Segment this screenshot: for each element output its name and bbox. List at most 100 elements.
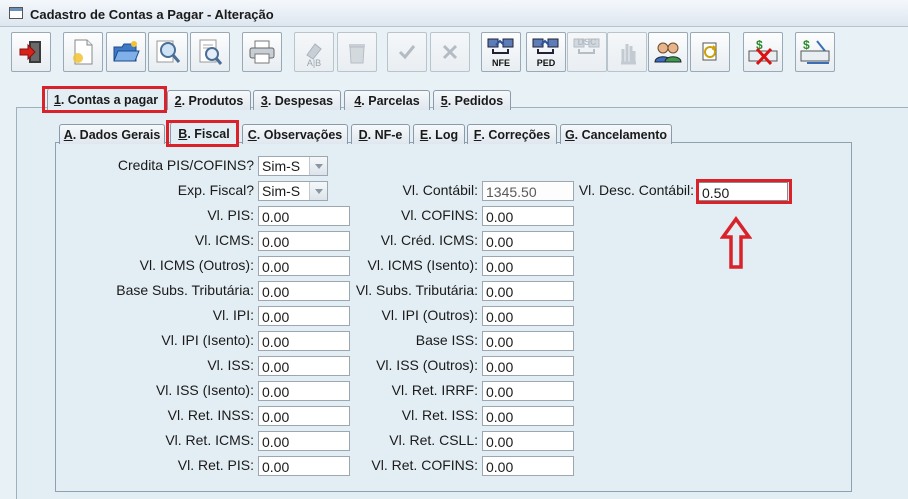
vl-cred-icms-field[interactable]: 0.00 — [482, 231, 574, 251]
vl-ret-irrf-label: Vl. Ret. IRRF: — [391, 382, 478, 398]
print-button[interactable] — [242, 32, 282, 72]
tab-cancelamento[interactable]: G. Cancelamento — [560, 124, 672, 144]
vl-iss-isento-field[interactable]: 0.00 — [258, 381, 350, 401]
delete-button[interactable] — [337, 32, 377, 72]
exp-fiscal-select[interactable]: Sim-S — [258, 181, 328, 201]
cancel-button[interactable] — [430, 32, 470, 72]
base-subs-tributaria-label: Base Subs. Tributária: — [116, 282, 254, 298]
check-icon — [398, 45, 416, 60]
tab-key: 2 — [174, 93, 182, 108]
vl-iss-isento-label: Vl. ISS (Isento): — [155, 382, 254, 398]
vl-ipi-label: Vl. IPI: — [212, 307, 254, 323]
vl-ipi-isento-label: Vl. IPI (Isento): — [161, 332, 254, 348]
tab-despesas[interactable]: 3. Despesas — [253, 90, 341, 110]
vl-icms-field[interactable]: 0.00 — [258, 231, 350, 251]
vl-icms-outros-field[interactable]: 0.00 — [258, 256, 350, 276]
vl-contabil-field[interactable]: 1345.50 — [482, 181, 574, 201]
tab-fiscal[interactable]: B. Fiscal — [170, 122, 238, 144]
vl-subs-tributaria-field[interactable]: 0.00 — [482, 281, 574, 301]
nfe-button[interactable]: NFE — [481, 32, 521, 72]
vl-ret-icms-label: Vl. Ret. ICMS: — [165, 432, 254, 448]
select-value: Sim-S — [262, 183, 301, 199]
sort-caption: A|B — [306, 58, 322, 68]
chevron-down-icon[interactable] — [309, 157, 327, 175]
ped-button[interactable]: PED — [526, 32, 566, 72]
preview-button[interactable] — [190, 32, 230, 72]
money-edit-button[interactable]: $ — [795, 32, 835, 72]
tab-nfe[interactable]: D. NF-e — [351, 124, 410, 144]
tab-key: 5 — [440, 93, 448, 108]
vl-icms-outros-label: Vl. ICMS (Outros): — [139, 257, 254, 273]
trash-icon — [349, 44, 365, 64]
tab-parcelas[interactable]: 4. Parcelas — [344, 90, 430, 110]
vl-cofins-label: Vl. COFINS: — [400, 207, 478, 223]
tab-key: 4 — [354, 93, 362, 108]
refresh-button[interactable] — [690, 32, 730, 72]
svg-text:$: $ — [803, 38, 810, 52]
tab-pedidos[interactable]: 5. Pedidos — [433, 90, 511, 110]
vl-iss-field[interactable]: 0.00 — [258, 356, 350, 376]
tab-contas-a-pagar[interactable]: 1. Contas a pagar — [47, 88, 165, 110]
vl-ret-inss-field[interactable]: 0.00 — [258, 406, 350, 426]
vl-icms-isento-field[interactable]: 0.00 — [482, 256, 574, 276]
tab-key: C — [247, 127, 257, 142]
vl-pis-field[interactable]: 0.00 — [258, 206, 350, 226]
new-button[interactable] — [63, 32, 103, 72]
tab-label: . Despesas — [267, 93, 334, 108]
vl-ret-irrf-field[interactable]: 0.00 — [482, 381, 574, 401]
vl-ret-iss-label: Vl. Ret. ISS: — [401, 407, 478, 423]
open-button[interactable] — [106, 32, 146, 72]
document-search-icon — [199, 39, 223, 65]
vl-desc-contabil-label: Vl. Desc. Contábil: — [578, 182, 694, 198]
tab-key: A — [63, 127, 73, 142]
vl-ret-csll-field[interactable]: 0.00 — [482, 431, 574, 451]
vl-cofins-field[interactable]: 0.00 — [482, 206, 574, 226]
users-icon — [654, 42, 682, 63]
vl-desc-contabil-field[interactable]: 0.50 — [698, 182, 788, 201]
tab-correcoes[interactable]: F. Correções — [467, 124, 557, 144]
dsc-button[interactable]: DSC — [567, 32, 607, 72]
vl-ret-icms-field[interactable]: 0.00 — [258, 431, 350, 451]
credita-pis-cofins-select[interactable]: Sim-S — [258, 156, 328, 176]
vl-ret-cofins-label: Vl. Ret. COFINS: — [371, 457, 478, 473]
base-iss-field[interactable]: 0.00 — [482, 331, 574, 351]
users-button[interactable] — [648, 32, 688, 72]
vl-ipi-field[interactable]: 0.00 — [258, 306, 350, 326]
tab-observacoes[interactable]: C. Observações — [242, 124, 348, 144]
tab-label: . Parcelas — [361, 93, 420, 108]
sort-button[interactable]: A|B — [294, 32, 334, 72]
chevron-down-icon[interactable] — [309, 182, 327, 200]
tab-log[interactable]: E. Log — [413, 124, 465, 144]
tab-key: D — [358, 127, 368, 142]
printer-icon — [249, 40, 275, 64]
vl-ret-cofins-field[interactable]: 0.00 — [482, 456, 574, 476]
select-value: Sim-S — [262, 158, 301, 174]
vl-iss-outros-field[interactable]: 0.00 — [482, 356, 574, 376]
ped-caption: PED — [536, 58, 556, 68]
confirm-button[interactable] — [387, 32, 427, 72]
tab-label: . Fiscal — [187, 126, 230, 141]
tab-label: . NF-e — [367, 127, 403, 142]
network-nfe-icon — [487, 38, 514, 54]
exit-button[interactable] — [11, 32, 51, 72]
credita-pis-cofins-label: Credita PIS/COFINS? — [117, 157, 254, 173]
network-ped-icon — [532, 38, 559, 54]
vl-ipi-outros-field[interactable]: 0.00 — [482, 306, 574, 326]
hand-button[interactable] — [607, 32, 647, 72]
vl-ret-pis-field[interactable]: 0.00 — [258, 456, 350, 476]
open-folder-icon — [113, 41, 140, 62]
tab-dados-gerais[interactable]: A. Dados Gerais — [59, 124, 165, 144]
tab-label: . Pedidos — [447, 93, 504, 108]
tab-label: . Correções — [481, 127, 551, 142]
tab-label: . Contas a pagar — [60, 92, 159, 107]
vl-cred-icms-label: Vl. Créd. ICMS: — [380, 232, 478, 248]
tab-produtos[interactable]: 2. Produtos — [167, 90, 251, 110]
base-subs-tributaria-field[interactable]: 0.00 — [258, 281, 350, 301]
vl-ipi-isento-field[interactable]: 0.00 — [258, 331, 350, 351]
up-arrow-annotation-icon — [720, 216, 752, 269]
vl-ret-iss-field[interactable]: 0.00 — [482, 406, 574, 426]
nfe-caption: NFE — [492, 58, 510, 68]
vl-iss-outros-label: Vl. ISS (Outros): — [376, 357, 478, 373]
search-button[interactable] — [148, 32, 188, 72]
money-cancel-button[interactable]: $ — [743, 32, 783, 72]
